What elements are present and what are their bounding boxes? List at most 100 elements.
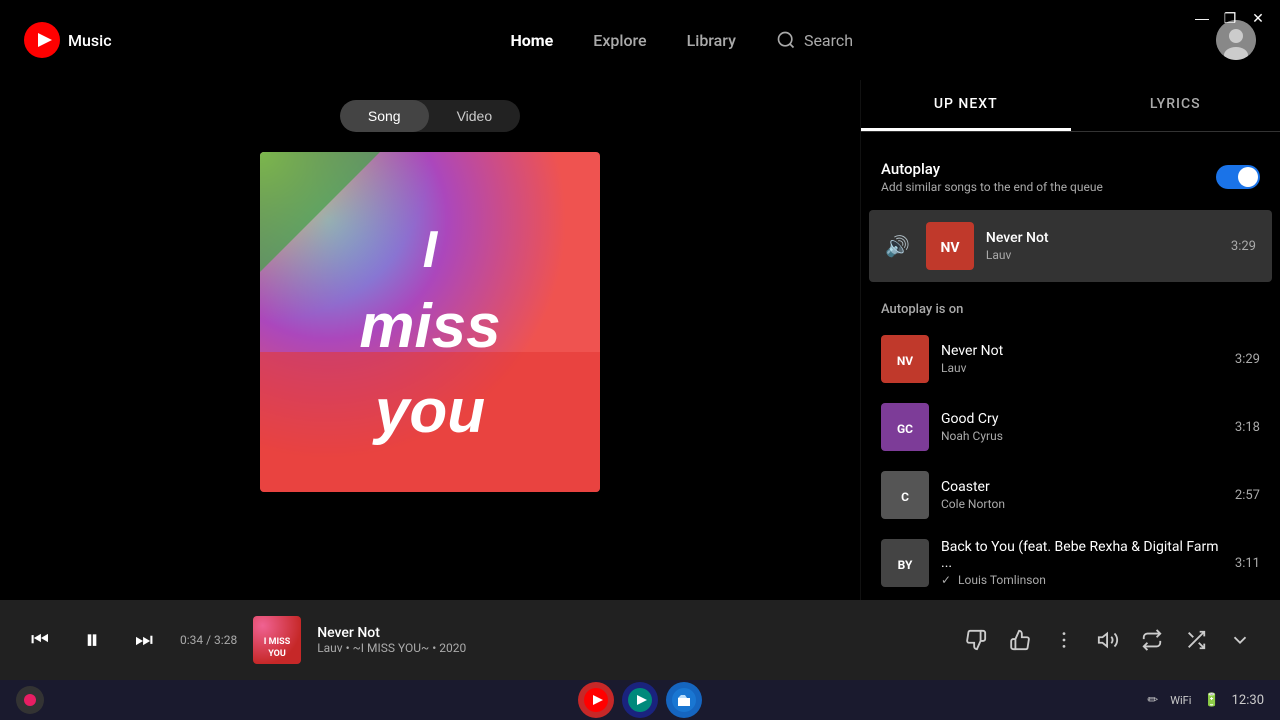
- svg-text:I: I: [423, 221, 439, 279]
- chevron-down-icon: [1229, 629, 1251, 651]
- player-bar: ⏮ ⏸ ⏭ 0:34 / 3:28 I MISS YOU Never Not L…: [0, 600, 1280, 680]
- queue-thumb-3: BY: [881, 539, 929, 587]
- volume-button[interactable]: [1092, 624, 1124, 656]
- queue-info-1: Good Cry Noah Cyrus: [941, 411, 1223, 443]
- taskbar-files-icon[interactable]: [666, 682, 702, 718]
- svg-text:miss: miss: [359, 292, 500, 361]
- queue-duration-3: 3:11: [1235, 556, 1260, 571]
- taskbar-center: [578, 682, 702, 718]
- right-panel: UP NEXT LYRICS Autoplay Add similar song…: [860, 80, 1280, 640]
- tab-up-next[interactable]: UP NEXT: [861, 80, 1071, 131]
- autoplay-row: Autoplay Add similar songs to the end of…: [861, 148, 1280, 206]
- main-content: Song Video: [0, 80, 1280, 640]
- maximize-button[interactable]: ❐: [1220, 8, 1240, 28]
- autoplay-label: Autoplay: [881, 160, 1103, 178]
- taskbar-ytmusic-icon[interactable]: [578, 682, 614, 718]
- minimize-button[interactable]: —: [1192, 8, 1212, 28]
- header: Music Home Explore Library Search: [0, 0, 1280, 80]
- queue-duration-2: 2:57: [1235, 488, 1260, 503]
- more-button[interactable]: [1048, 624, 1080, 656]
- taskbar-right: ✏ WiFi 🔋 12:30: [1147, 693, 1264, 708]
- taskbar-time: 12:30: [1232, 693, 1264, 708]
- search-icon: [776, 30, 796, 50]
- panel-tabs: UP NEXT LYRICS: [861, 80, 1280, 132]
- like-button[interactable]: [1004, 624, 1036, 656]
- search-area[interactable]: Search: [776, 30, 853, 50]
- now-playing-title: Never Not: [317, 625, 466, 641]
- queue-item-2[interactable]: C Coaster Cole Norton 2:57: [861, 461, 1280, 529]
- current-track-artist: Lauv: [986, 248, 1219, 262]
- dislike-button[interactable]: [960, 624, 992, 656]
- current-track-info: Never Not Lauv: [986, 230, 1219, 262]
- taskbar-playstore-icon[interactable]: [622, 682, 658, 718]
- volume-icon: [1097, 629, 1119, 651]
- queue-item-0[interactable]: NV Never Not Lauv 3:29: [861, 325, 1280, 393]
- prev-button[interactable]: ⏮: [24, 624, 56, 656]
- nav-home[interactable]: Home: [510, 31, 553, 50]
- repeat-icon: [1141, 629, 1163, 651]
- svg-text:NV: NV: [897, 354, 913, 368]
- repeat-button[interactable]: [1136, 624, 1168, 656]
- next-button[interactable]: ⏭: [128, 624, 160, 656]
- main-nav: Home Explore Library Search: [172, 30, 1192, 50]
- logo-icon: [24, 22, 60, 58]
- queue-item-1[interactable]: GC Good Cry Noah Cyrus 3:18: [861, 393, 1280, 461]
- queue-item-3[interactable]: BY Back to You (feat. Bebe Rexha & Digit…: [861, 529, 1280, 597]
- tab-lyrics[interactable]: LYRICS: [1071, 80, 1280, 131]
- now-playing-thumb: I MISS YOU: [253, 616, 301, 664]
- logo-text: Music: [68, 31, 112, 50]
- dislike-icon: [965, 629, 987, 651]
- autoplay-toggle[interactable]: [1216, 165, 1260, 189]
- song-video-toggle[interactable]: Song Video: [340, 100, 520, 132]
- volume-playing-icon: 🔊: [885, 234, 910, 258]
- now-playing-meta: Lauv • ~I MISS YOU~ • 2020: [317, 641, 466, 655]
- queue-artist-3: ✓ Louis Tomlinson: [941, 573, 1223, 587]
- queue-title-2: Coaster: [941, 479, 1223, 495]
- like-icon: [1009, 629, 1031, 651]
- left-panel: Song Video: [0, 80, 860, 640]
- queue-title-1: Good Cry: [941, 411, 1223, 427]
- svg-text:C: C: [901, 490, 909, 504]
- svg-text:BY: BY: [898, 558, 913, 572]
- shuffle-button[interactable]: [1180, 624, 1212, 656]
- current-track-thumb: NV: [926, 222, 974, 270]
- current-track-row[interactable]: 🔊 NV Never Not Lauv 3:29: [869, 210, 1272, 282]
- taskbar-dot-icon[interactable]: [16, 686, 44, 714]
- queue-title-0: Never Not: [941, 343, 1223, 359]
- logo[interactable]: Music: [24, 22, 112, 58]
- autoplay-desc: Add similar songs to the end of the queu…: [881, 180, 1103, 194]
- time-display: 0:34 / 3:28: [180, 633, 237, 647]
- nav-library[interactable]: Library: [687, 31, 736, 50]
- queue-artist-1: Noah Cyrus: [941, 429, 1223, 443]
- svg-text:YOU: YOU: [268, 649, 286, 659]
- queue-duration-0: 3:29: [1235, 352, 1260, 367]
- queue-info-0: Never Not Lauv: [941, 343, 1223, 375]
- song-toggle-btn[interactable]: Song: [340, 100, 429, 132]
- taskbar-left: [16, 686, 44, 714]
- shuffle-icon: [1185, 629, 1207, 651]
- search-label: Search: [804, 31, 853, 50]
- queue-duration-1: 3:18: [1235, 420, 1260, 435]
- close-button[interactable]: ✕: [1248, 8, 1268, 28]
- queue-info-2: Coaster Cole Norton: [941, 479, 1223, 511]
- taskbar-edit-icon[interactable]: ✏: [1147, 693, 1158, 708]
- panel-content: Autoplay Add similar songs to the end of…: [861, 132, 1280, 640]
- queue-info-3: Back to You (feat. Bebe Rexha & Digital …: [941, 539, 1223, 587]
- autoplay-info: Autoplay Add similar songs to the end of…: [881, 160, 1103, 194]
- queue-title-3: Back to You (feat. Bebe Rexha & Digital …: [941, 539, 1223, 571]
- taskbar-wifi-icon: WiFi: [1170, 694, 1191, 707]
- queue-thumb-2: C: [881, 471, 929, 519]
- verified-icon-3: ✓: [941, 573, 951, 587]
- current-track-duration: 3:29: [1231, 239, 1256, 254]
- svg-text:I MISS: I MISS: [264, 637, 291, 647]
- video-toggle-btn[interactable]: Video: [429, 100, 521, 132]
- album-art: I miss you: [260, 152, 600, 492]
- queue-expand-button[interactable]: [1224, 624, 1256, 656]
- taskbar: ✏ WiFi 🔋 12:30: [0, 680, 1280, 720]
- nav-explore[interactable]: Explore: [593, 31, 646, 50]
- pause-button[interactable]: ⏸: [76, 624, 108, 656]
- taskbar-battery-icon: 🔋: [1203, 693, 1219, 708]
- queue-artist-0: Lauv: [941, 361, 1223, 375]
- queue-thumb-1: GC: [881, 403, 929, 451]
- svg-text:you: you: [372, 377, 485, 446]
